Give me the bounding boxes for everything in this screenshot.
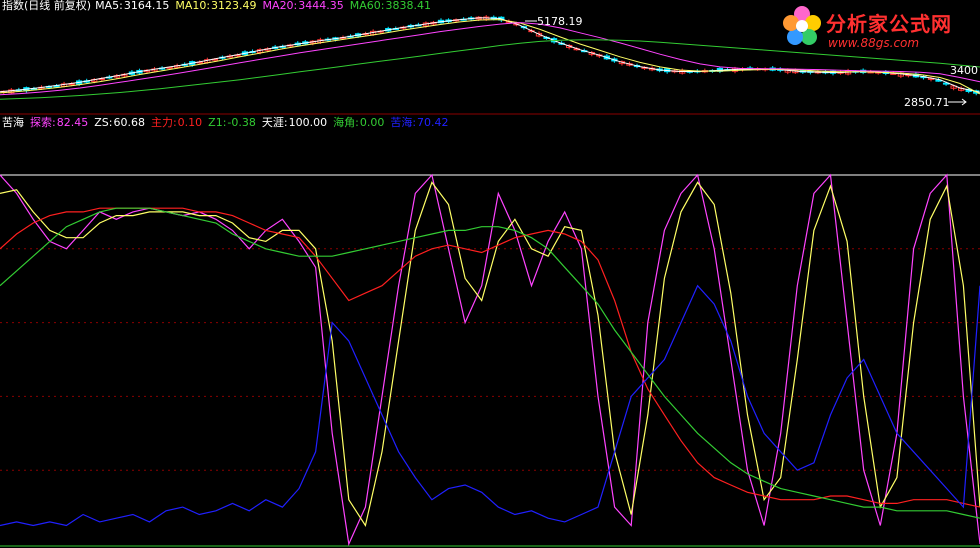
chart-stage: 指数(日线 前复权) MA5:3164.15 MA10:3123.49 MA20:34… bbox=[0, 0, 980, 548]
price-high-label: 5178.19 bbox=[537, 15, 583, 28]
indicator-line bbox=[0, 207, 980, 519]
brand-logo: 分析家公式网 www.88gs.com bbox=[776, 2, 976, 54]
indicator-line bbox=[0, 181, 980, 528]
logo-url: www.88gs.com bbox=[828, 36, 920, 50]
indicator-line bbox=[0, 284, 980, 527]
flower-icon bbox=[783, 6, 821, 45]
price-right-label: 3400 bbox=[950, 64, 978, 77]
price-low-label: 2850.71 bbox=[904, 96, 950, 109]
indicator-grid bbox=[0, 174, 980, 471]
indicator-lines-group bbox=[0, 173, 980, 547]
logo-name: 分析家公式网 bbox=[826, 12, 952, 36]
chart-svg: 5178.19 2850.71 3400 bbox=[0, 15, 980, 547]
indicator-line bbox=[0, 207, 980, 508]
indicator-line bbox=[0, 173, 980, 547]
